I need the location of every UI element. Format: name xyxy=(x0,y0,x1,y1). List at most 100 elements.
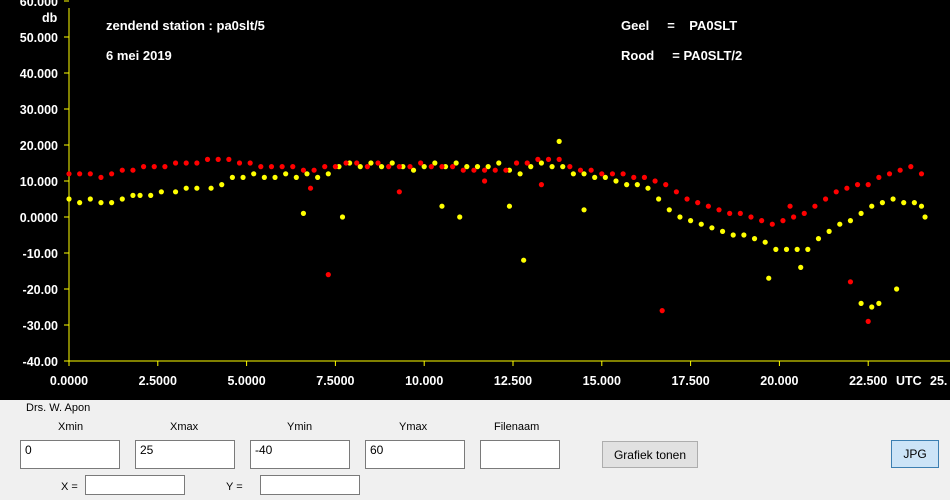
chart-axes xyxy=(68,8,950,362)
legend-rood: Rood = PA0SLT/2 xyxy=(621,48,742,63)
x-tick-label: 25. xyxy=(930,374,947,388)
data-point xyxy=(560,164,566,170)
data-point xyxy=(918,203,925,209)
data-point xyxy=(258,164,264,170)
y-axis-label: db xyxy=(42,11,58,25)
data-point xyxy=(556,138,562,144)
data-point xyxy=(460,167,466,173)
date-label: 6 mei 2019 xyxy=(106,48,172,63)
data-point xyxy=(332,164,338,170)
ymax-input[interactable]: 60 xyxy=(365,440,465,469)
data-point xyxy=(894,286,900,292)
data-point xyxy=(865,182,871,188)
ymin-input[interactable]: -40 xyxy=(250,440,350,469)
data-point xyxy=(791,214,797,220)
x-tick-label: 15.000 xyxy=(583,374,621,388)
data-point xyxy=(290,164,296,170)
data-point xyxy=(567,164,573,170)
xmax-input[interactable]: 25 xyxy=(135,440,235,469)
data-point xyxy=(844,185,850,191)
data-point xyxy=(705,203,711,209)
data-point xyxy=(293,174,299,180)
chart-plot-area: 60.000 50.000 40.000 30.000 20.000 10.000 0.00… xyxy=(0,0,950,400)
data-point xyxy=(730,232,736,238)
data-point xyxy=(151,164,157,170)
data-point xyxy=(87,196,93,202)
xmax-label: Xmax xyxy=(170,421,199,433)
data-point xyxy=(119,167,125,173)
data-point xyxy=(325,272,331,278)
data-point xyxy=(684,196,690,202)
data-point xyxy=(673,189,679,195)
station-label: zendend station : pa0slt/5 xyxy=(106,18,265,33)
data-point xyxy=(354,160,360,166)
data-point xyxy=(858,210,864,216)
data-point xyxy=(837,221,843,227)
filenaam-input[interactable] xyxy=(480,440,560,469)
data-point xyxy=(577,167,584,173)
data-point xyxy=(570,171,576,177)
data-point xyxy=(162,164,168,170)
x-coord-input[interactable] xyxy=(85,475,185,495)
y-tick-label: -40.00 xyxy=(23,355,58,369)
data-point xyxy=(194,185,200,191)
data-point xyxy=(798,264,804,270)
data-point xyxy=(879,200,886,206)
data-point xyxy=(688,218,694,224)
data-point xyxy=(396,164,402,170)
y-tick-label: 0.0000 xyxy=(20,211,58,225)
data-point xyxy=(624,182,630,188)
data-point xyxy=(158,189,164,195)
data-point xyxy=(645,185,651,191)
data-point xyxy=(759,218,765,224)
y-tick-label: -30.00 xyxy=(23,319,58,333)
data-point xyxy=(428,164,434,170)
data-point xyxy=(695,200,701,206)
data-point xyxy=(556,156,562,162)
data-point xyxy=(386,164,392,170)
data-point xyxy=(194,160,200,166)
data-point xyxy=(407,164,413,170)
data-point xyxy=(148,192,154,198)
data-point xyxy=(805,246,811,252)
x-tick-label: 22.500 xyxy=(849,374,887,388)
y-coord-input[interactable] xyxy=(260,475,360,495)
data-point xyxy=(137,192,143,198)
data-point xyxy=(77,171,83,177)
data-point xyxy=(183,160,189,166)
data-point xyxy=(901,200,907,206)
data-point xyxy=(503,167,509,173)
filenaam-label: Filenaam xyxy=(494,421,540,433)
data-point xyxy=(613,178,619,184)
data-point xyxy=(283,171,289,177)
data-point xyxy=(787,203,793,209)
data-point xyxy=(268,164,275,170)
data-point xyxy=(322,164,328,170)
scatter-chart: 60.00050.00040.00030.00020.00010.0000.00… xyxy=(20,0,950,388)
jpg-button[interactable]: JPG xyxy=(891,440,939,468)
data-point xyxy=(98,174,104,180)
data-point xyxy=(656,196,662,202)
data-point xyxy=(315,174,321,180)
series-pa0slt-2 xyxy=(66,156,925,324)
data-point xyxy=(204,156,211,162)
data-point xyxy=(272,174,278,180)
data-point xyxy=(109,171,115,177)
data-point xyxy=(457,214,463,220)
xmin-input[interactable]: 0 xyxy=(20,440,120,469)
data-point xyxy=(364,164,370,170)
x-tick-label: 12.500 xyxy=(494,374,532,388)
data-point xyxy=(66,196,72,202)
data-point xyxy=(918,171,925,177)
data-point xyxy=(869,304,875,310)
x-tick-label: 2.5000 xyxy=(139,374,177,388)
data-point xyxy=(240,174,246,180)
data-point xyxy=(396,189,402,195)
data-point xyxy=(854,182,861,188)
data-point xyxy=(251,171,257,177)
y-coord-label: Y = xyxy=(226,481,243,493)
data-point xyxy=(780,218,786,224)
data-point xyxy=(535,156,541,162)
grafiek-tonen-button[interactable]: Grafiek tonen xyxy=(602,441,698,468)
data-point xyxy=(130,192,136,198)
